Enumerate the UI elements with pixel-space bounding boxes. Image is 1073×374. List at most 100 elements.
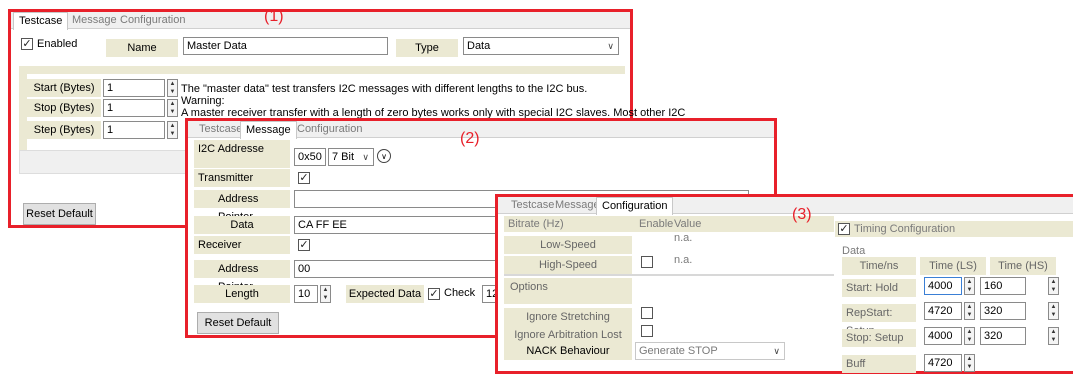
settings-band bbox=[19, 66, 625, 74]
type-value: Data bbox=[467, 40, 491, 52]
step-bytes-stepper[interactable]: ▲ ▼ bbox=[167, 121, 178, 139]
value-column-header: Value bbox=[674, 218, 702, 230]
timing-configuration-checkbox[interactable]: ✓ bbox=[838, 223, 850, 235]
start-hold-ls-stepper[interactable]: ▲ ▼ bbox=[964, 277, 975, 295]
tab-configuration[interactable]: Configuration bbox=[292, 121, 367, 137]
data-group-label: Data bbox=[842, 245, 866, 257]
bitrate-header: Bitrate (Hz) bbox=[508, 218, 564, 230]
options-separator bbox=[504, 274, 834, 276]
time-hs-header: Time (HS) bbox=[990, 257, 1056, 275]
receiver-label: Receiver bbox=[194, 236, 290, 254]
reset-default-button[interactable]: Reset Default bbox=[23, 203, 96, 225]
length-label: Length bbox=[194, 285, 290, 303]
chevron-down-icon: ∨ bbox=[607, 41, 614, 51]
repstart-setup-ls-stepper[interactable]: ▲ ▼ bbox=[964, 302, 975, 320]
expand-circle-icon[interactable]: ∨ bbox=[377, 149, 391, 163]
tab-testcase[interactable]: Testcase bbox=[13, 12, 69, 30]
ignore-stretching-label: Ignore Stretching bbox=[504, 308, 632, 326]
high-speed-label: High-Speed bbox=[504, 256, 632, 274]
stop-bytes-label: Stop (Bytes) bbox=[27, 99, 101, 117]
start-bytes-stepper[interactable]: ▲ ▼ bbox=[167, 79, 178, 97]
configuration-panel: Testcase Message Configuration Bitrate (… bbox=[495, 194, 1073, 374]
buff-ls-input[interactable]: 4720 bbox=[924, 354, 962, 372]
step-bytes-input[interactable]: 1 bbox=[103, 121, 165, 139]
address-mode-value: 7 Bit bbox=[332, 151, 355, 163]
data-input[interactable]: CA FF EE bbox=[294, 216, 499, 234]
tab-message[interactable]: Message bbox=[240, 121, 297, 139]
timing-row-label: RepStart: Setup bbox=[842, 304, 916, 337]
transmitter-checkbox[interactable]: ✓ bbox=[298, 172, 310, 184]
start-bytes-input[interactable]: 1 bbox=[103, 79, 165, 97]
i2c-address-band bbox=[194, 158, 290, 168]
enabled-checkbox[interactable]: ✓ bbox=[21, 38, 33, 50]
check-checkbox[interactable]: ✓ bbox=[428, 288, 440, 300]
receiver-checkbox[interactable]: ✓ bbox=[298, 239, 310, 251]
annotation-1: (1) bbox=[264, 8, 284, 25]
enabled-label: Enabled bbox=[37, 38, 78, 50]
ignore-arbitration-checkbox[interactable] bbox=[641, 325, 653, 337]
start-hold-hs-stepper[interactable]: ▲ ▼ bbox=[1048, 277, 1059, 295]
stop-setup-ls-stepper[interactable]: ▲ ▼ bbox=[964, 327, 975, 345]
stop-setup-hs-input[interactable]: 320 bbox=[980, 327, 1026, 345]
timing-configuration-label: Timing Configuration bbox=[854, 223, 956, 235]
enable-column-header: Enable bbox=[639, 218, 674, 230]
options-band bbox=[504, 296, 632, 304]
annotation-2: (2) bbox=[460, 130, 480, 147]
ignore-stretching-checkbox[interactable] bbox=[641, 307, 653, 319]
description-footer-band bbox=[19, 150, 189, 174]
tab-strip: Testcase Message Configuration bbox=[498, 197, 1073, 215]
stop-bytes-input[interactable]: 1 bbox=[103, 99, 165, 117]
stop-setup-ls-input[interactable]: 4000 bbox=[924, 327, 962, 345]
nack-behaviour-label: NACK Behaviour bbox=[504, 342, 632, 360]
name-input[interactable]: Master Data bbox=[183, 37, 388, 55]
tab-strip: Testcase Message Configuration bbox=[11, 12, 630, 30]
reset-default-button[interactable]: Reset Default bbox=[197, 312, 279, 334]
options-label: Options bbox=[504, 278, 632, 296]
data-label: Data bbox=[194, 216, 290, 234]
stop-setup-hs-stepper[interactable]: ▲ ▼ bbox=[1048, 327, 1059, 345]
tab-configuration[interactable]: Configuration bbox=[596, 197, 674, 215]
high-speed-checkbox[interactable] bbox=[641, 256, 653, 268]
tab-message[interactable]: Message bbox=[67, 12, 122, 28]
stop-bytes-stepper[interactable]: ▲ ▼ bbox=[167, 99, 178, 117]
address-mode-select[interactable]: 7 Bit ∨ bbox=[328, 148, 374, 166]
repstart-setup-hs-stepper[interactable]: ▲ ▼ bbox=[1048, 302, 1059, 320]
step-bytes-label: Step (Bytes) bbox=[27, 121, 101, 139]
repstart-setup-hs-input[interactable]: 320 bbox=[980, 302, 1026, 320]
address-input[interactable]: 0x50 bbox=[294, 148, 326, 166]
nack-behaviour-value: Generate STOP bbox=[639, 345, 718, 357]
chevron-down-icon: ∨ bbox=[773, 346, 780, 356]
buff-ls-stepper[interactable]: ▲ ▼ bbox=[964, 354, 975, 372]
high-speed-value: n.a. bbox=[674, 254, 693, 266]
time-ls-header: Time (LS) bbox=[920, 257, 986, 275]
time-ns-header: Time/ns bbox=[842, 257, 916, 275]
annotation-3: (3) bbox=[792, 206, 812, 223]
start-hold-hs-input[interactable]: 160 bbox=[980, 277, 1026, 295]
tab-strip: Testcase Message Configuration bbox=[188, 121, 774, 139]
settings-band-left bbox=[19, 74, 27, 152]
i2c-address-label: I2C Addresse bbox=[194, 140, 290, 158]
length-input[interactable]: 10 bbox=[294, 285, 318, 303]
timing-row-label: Start: Hold bbox=[842, 279, 916, 297]
length-stepper[interactable]: ▲ ▼ bbox=[320, 285, 331, 303]
chevron-down-icon: ∨ bbox=[362, 152, 369, 162]
timing-row-label: Stop: Setup bbox=[842, 329, 916, 347]
start-hold-ls-input[interactable]: 4000 bbox=[924, 277, 962, 295]
type-select[interactable]: Data ∨ bbox=[463, 37, 619, 55]
description-line-1: The "master data" test transfers I2C mes… bbox=[181, 83, 588, 95]
timing-row-label: Buff bbox=[842, 355, 916, 373]
address-pointer-label: Address Pointer bbox=[194, 190, 290, 223]
tab-configuration[interactable]: Configuration bbox=[115, 12, 190, 28]
rx-address-pointer-label: Address Pointer bbox=[194, 260, 290, 293]
description-line-2: Warning: bbox=[181, 95, 225, 107]
rx-address-pointer-input[interactable]: 00 bbox=[294, 260, 499, 278]
expected-data-label: Expected Data bbox=[346, 285, 424, 303]
name-label: Name bbox=[106, 39, 178, 57]
type-label: Type bbox=[396, 39, 458, 57]
start-bytes-label: Start (Bytes) bbox=[27, 79, 101, 97]
low-speed-value: n.a. bbox=[674, 232, 693, 244]
transmitter-label: Transmitter bbox=[194, 169, 290, 187]
nack-behaviour-select[interactable]: Generate STOP ∨ bbox=[635, 342, 785, 360]
low-speed-label: Low-Speed bbox=[504, 236, 632, 254]
repstart-setup-ls-input[interactable]: 4720 bbox=[924, 302, 962, 320]
